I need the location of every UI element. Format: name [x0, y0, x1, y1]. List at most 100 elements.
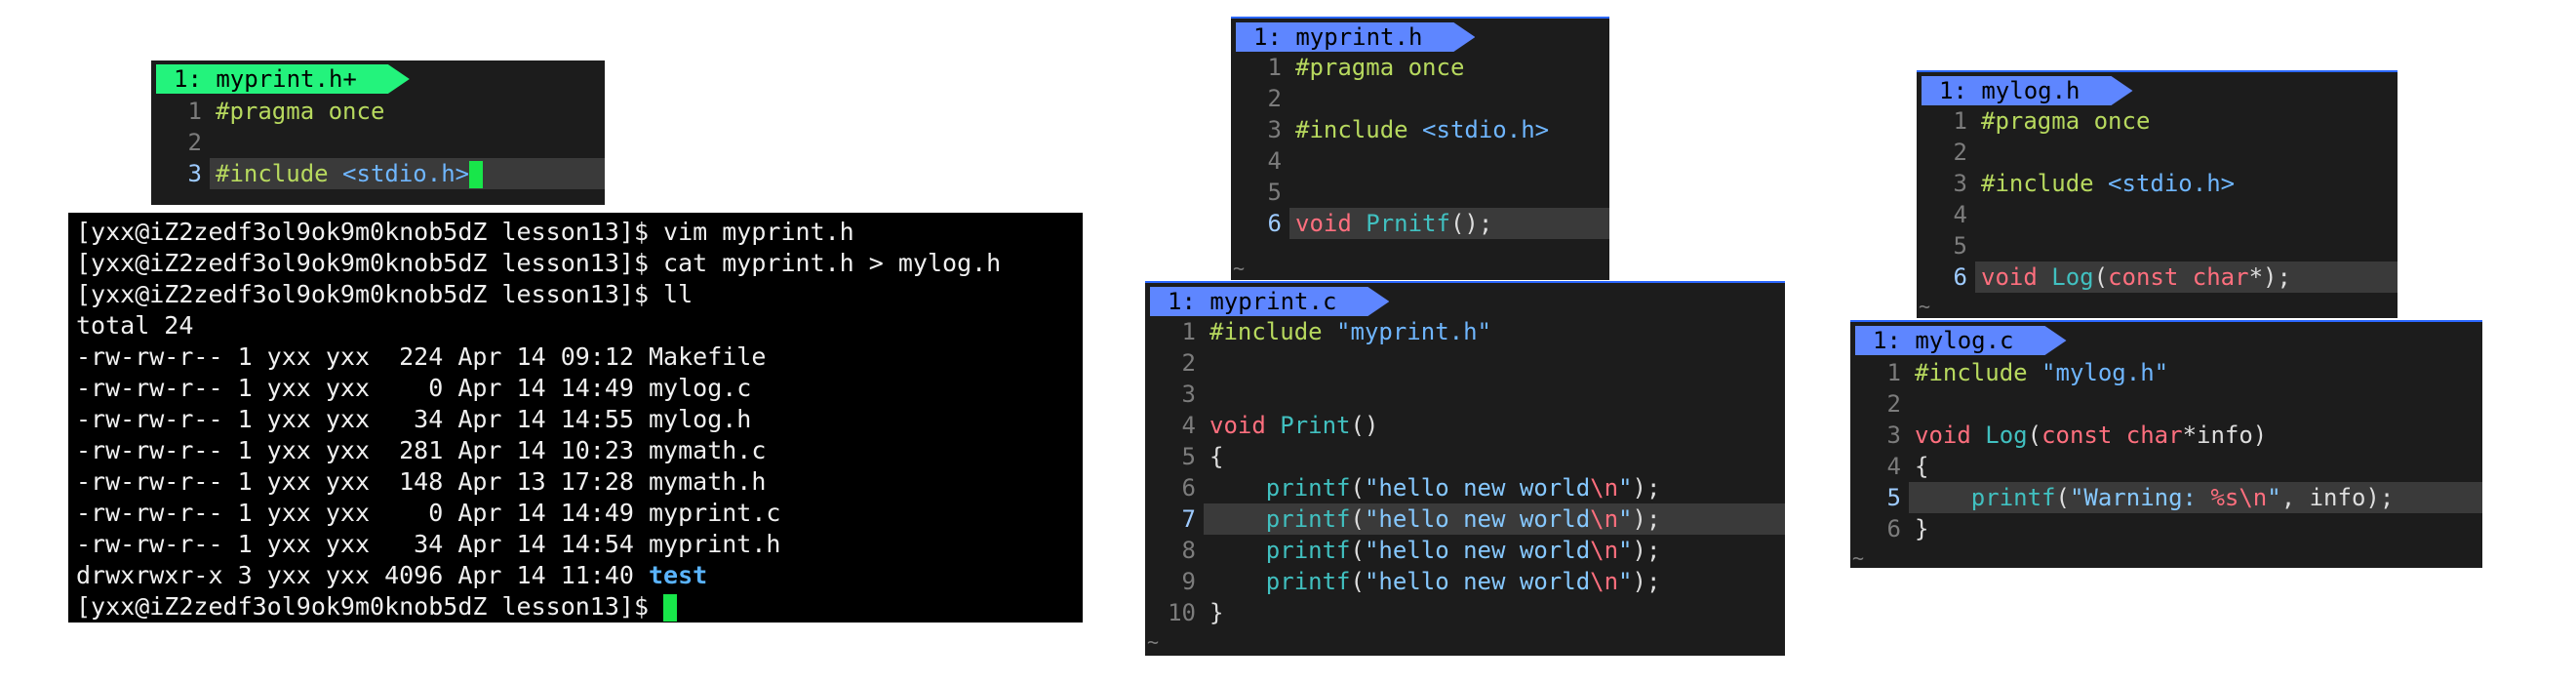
terminal-window[interactable]: [yxx@iZ2zedf3ol9ok9m0knob5dZ lesson13]$ …: [68, 213, 1083, 623]
code-area[interactable]: 1 #pragma once 2 3 #include <stdio.h>: [151, 96, 605, 189]
line-number: 5: [1267, 179, 1282, 206]
code-token: *);: [2248, 263, 2291, 291]
terminal-line: [yxx@iZ2zedf3ol9ok9m0knob5dZ lesson13]$ …: [76, 218, 854, 246]
code-line[interactable]: 1 #pragma once: [151, 96, 605, 127]
code-line[interactable]: 2: [1850, 388, 2482, 420]
code-token: <stdio.h>: [2108, 170, 2236, 197]
code-token: const char: [2108, 263, 2249, 291]
code-line[interactable]: 4{: [1850, 451, 2482, 482]
buffer-tab[interactable]: 1: myprint.h: [1236, 22, 1475, 52]
terminal-cursor: [663, 594, 678, 622]
code-line[interactable]: 4: [1917, 199, 2398, 230]
code-line[interactable]: 9 printf("hello new world\n");: [1145, 566, 1785, 597]
code-text: #include "mylog.h": [1915, 359, 2168, 386]
code-token: );: [1632, 505, 1661, 533]
line-number: 1: [1181, 318, 1196, 345]
code-token: "mylog.h": [2041, 359, 2169, 386]
code-line[interactable]: 6 void Prnitf();: [1231, 208, 1609, 239]
code-token: ": [1618, 568, 1633, 595]
code-line[interactable]: 6 printf("hello new world\n");: [1145, 472, 1785, 503]
empty-line-marker: ~: [1233, 257, 1246, 280]
code-line[interactable]: 2: [151, 127, 605, 158]
code-token: "hello new world: [1364, 537, 1591, 564]
buffer-tab[interactable]: 1: myprint.h+: [156, 64, 410, 94]
code-token: <stdio.h>: [342, 160, 470, 187]
code-text: }: [1915, 515, 1928, 542]
code-line[interactable]: 3 #include <stdio.h>: [1231, 114, 1609, 145]
line-number: 3: [1886, 422, 1901, 449]
code-text: #pragma once: [1295, 54, 1464, 81]
code-line[interactable]: 4 void Print(): [1145, 410, 1785, 441]
code-text: {: [1915, 453, 1928, 480]
code-text: {: [1209, 443, 1223, 470]
code-token: (: [2027, 422, 2042, 449]
code-text: #include <stdio.h>: [1295, 116, 1549, 143]
vim-window-mylog-c[interactable]: 1: mylog.c 1 #include "mylog.h" 2 3 void Log…: [1850, 320, 2482, 568]
code-line[interactable]: 1 #include "mylog.h": [1850, 357, 2482, 388]
code-area[interactable]: 1 #pragma once 2 3 #include <stdio.h> 4 5 6 void…: [1231, 52, 1609, 239]
code-line[interactable]: 2: [1231, 83, 1609, 114]
buffer-tab[interactable]: 1: mylog.h: [1922, 76, 2133, 105]
code-token: (): [1350, 412, 1379, 439]
code-text: printf("hello new world\n");: [1209, 474, 1661, 502]
vim-window-myprint-h-insert[interactable]: 1: myprint.h+ 1 #pragma once 2 3 #include <s…: [151, 60, 605, 205]
line-number: 5: [1886, 484, 1901, 511]
buffer-tab[interactable]: 1: myprint.c: [1150, 287, 1389, 316]
code-line[interactable]: 3 #include <stdio.h>: [1917, 168, 2398, 199]
line-number: 5: [1181, 443, 1196, 470]
code-line[interactable]: 3 #include <stdio.h>: [151, 158, 605, 189]
vim-window-mylog-h[interactable]: 1: mylog.h 1 #pragma once 2 3 #include <stdi…: [1917, 70, 2398, 318]
code-area[interactable]: 1 #include "myprint.h" 2 3 4 void Print() 5{6 …: [1145, 316, 1785, 628]
code-token: printf: [1265, 474, 1351, 502]
code-line[interactable]: 5 printf("Warning: %s\n", info);: [1850, 482, 2482, 513]
code-text: printf("Warning: %s\n", info);: [1915, 484, 2395, 511]
empty-line-marker: ~: [1919, 295, 1931, 318]
line-number: 4: [1953, 201, 1967, 228]
code-token: printf: [1265, 505, 1351, 533]
code-line[interactable]: 6 void Log(const char*);: [1917, 261, 2398, 293]
code-token: , info);: [2280, 484, 2395, 511]
code-line[interactable]: 10}: [1145, 597, 1785, 628]
line-number: 4: [1886, 453, 1901, 480]
code-line[interactable]: 1 #pragma once: [1231, 52, 1609, 83]
code-area[interactable]: 1 #include "mylog.h" 2 3 void Log(const char…: [1850, 357, 2482, 544]
code-line[interactable]: 5: [1917, 230, 2398, 261]
code-line[interactable]: 1 #pragma once: [1917, 105, 2398, 137]
code-token: const char: [2041, 422, 2183, 449]
code-text: void Log(const char*);: [1981, 263, 2291, 291]
code-token: ": [1618, 474, 1633, 502]
code-line[interactable]: 7 printf("hello new world\n");: [1145, 503, 1785, 535]
code-token: Print: [1280, 412, 1351, 439]
terminal-prompt-line[interactable]: [yxx@iZ2zedf3ol9ok9m0knob5dZ lesson13]$: [68, 591, 1083, 623]
terminal-line: -rw-rw-r-- 1 yxx yxx 34 Apr 14 14:55 myl…: [76, 405, 752, 433]
code-token: }: [1209, 599, 1224, 626]
line-number: 6: [1886, 515, 1901, 542]
code-line[interactable]: 4: [1231, 145, 1609, 177]
code-text: #pragma once: [1981, 107, 2150, 135]
code-line[interactable]: 3 void Log(const char*info): [1850, 420, 2482, 451]
code-text: printf("hello new world\n");: [1209, 568, 1661, 595]
vim-window-myprint-c[interactable]: 1: myprint.c 1 #include "myprint.h" 2 3 4 voi…: [1145, 281, 1785, 656]
code-line[interactable]: 3: [1145, 379, 1785, 410]
code-token: (: [2093, 263, 2109, 291]
code-line[interactable]: 5: [1231, 177, 1609, 208]
code-token: \n: [1590, 474, 1619, 502]
terminal-line: -rw-rw-r-- 1 yxx yxx 34 Apr 14 14:54 myp…: [76, 530, 781, 558]
code-token: {: [1915, 453, 1929, 480]
code-token: );: [1632, 568, 1661, 595]
code-line[interactable]: 2: [1917, 137, 2398, 168]
buffer-tab[interactable]: 1: mylog.c: [1855, 326, 2067, 355]
code-line[interactable]: 2: [1145, 347, 1785, 379]
code-token: #include: [1295, 116, 1423, 143]
vim-window-myprint-h[interactable]: 1: myprint.h 1 #pragma once 2 3 #include <st…: [1231, 17, 1609, 280]
code-line[interactable]: 6}: [1850, 513, 2482, 544]
code-line[interactable]: 5{: [1145, 441, 1785, 472]
code-token: "hello new world: [1364, 505, 1591, 533]
code-line[interactable]: 1 #include "myprint.h": [1145, 316, 1785, 347]
code-area[interactable]: 1 #pragma once 2 3 #include <stdio.h> 4 5 6 void…: [1917, 105, 2398, 293]
code-line[interactable]: 8 printf("hello new world\n");: [1145, 535, 1785, 566]
dir-name: test: [649, 561, 708, 589]
line-number: 2: [1953, 139, 1967, 166]
code-token: #pragma once: [216, 98, 385, 125]
